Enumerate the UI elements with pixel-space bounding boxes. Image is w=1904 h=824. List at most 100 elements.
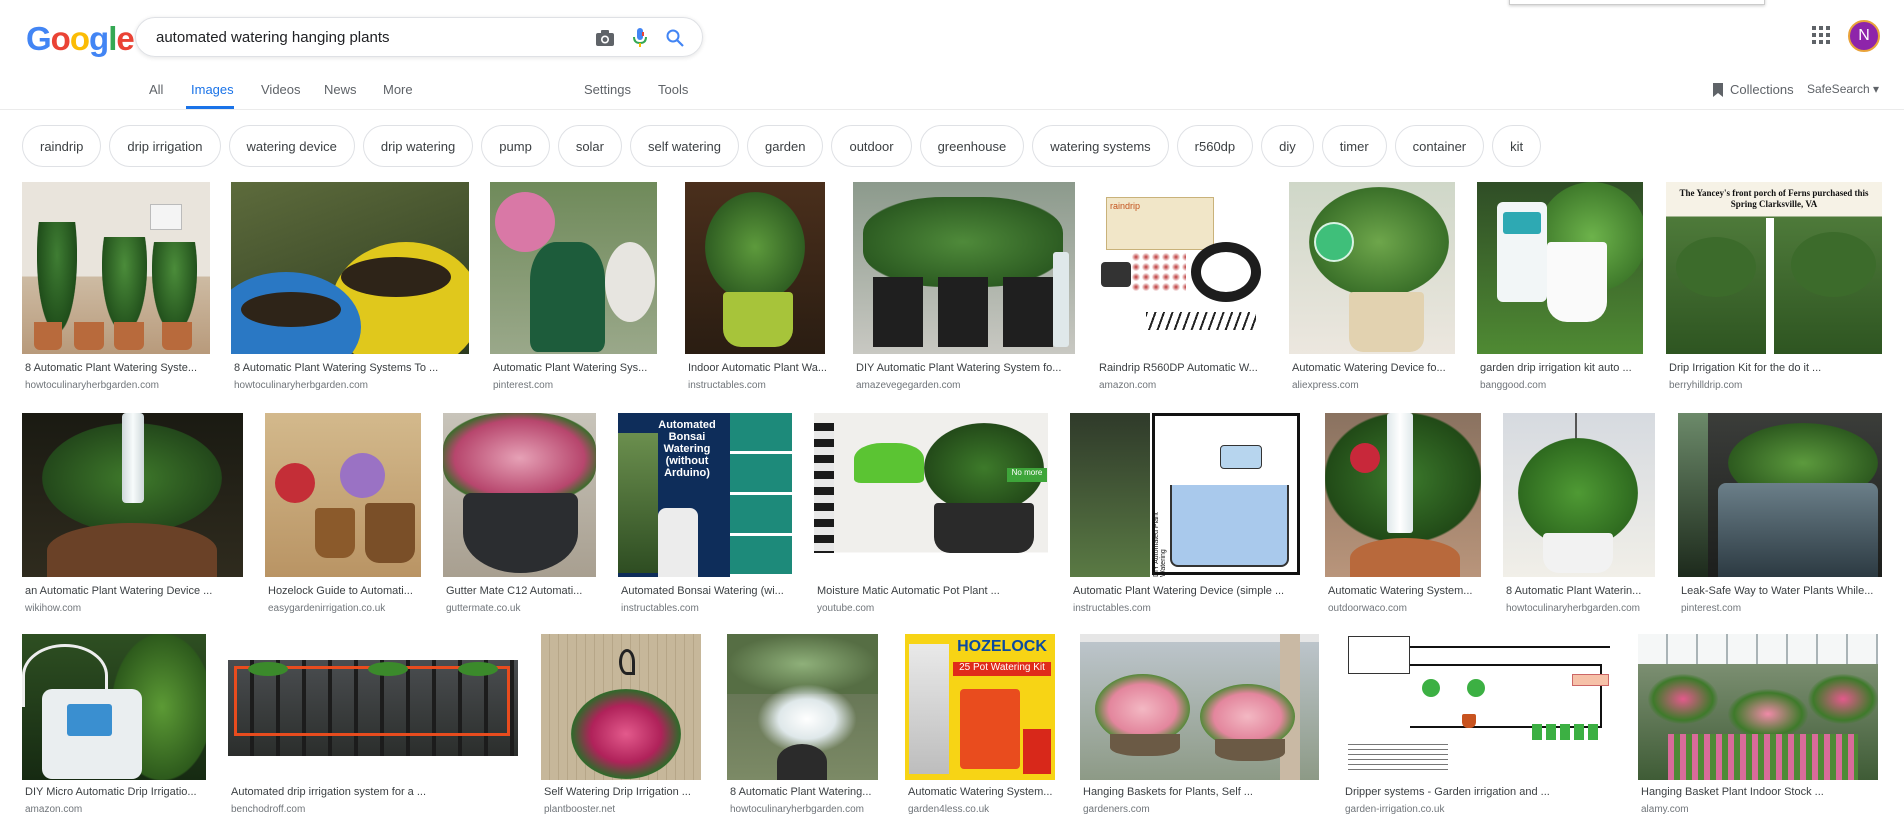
result-thumbnail[interactable]: [1325, 413, 1481, 577]
result-caption[interactable]: DIY Automatic Plant Watering System fo..…: [856, 362, 1076, 374]
result-thumbnail[interactable]: [443, 413, 596, 577]
chip-solar[interactable]: solar: [557, 125, 622, 167]
result-source[interactable]: youtube.com: [817, 603, 874, 614]
result-caption[interactable]: Automatic Watering System...: [1328, 585, 1482, 597]
result-caption[interactable]: Dripper systems - Garden irrigation and …: [1345, 786, 1613, 798]
result-source[interactable]: instructables.com: [621, 603, 699, 614]
chip-greenhouse[interactable]: greenhouse: [919, 125, 1025, 167]
result-source[interactable]: amazevegegarden.com: [856, 380, 961, 391]
image-result[interactable]: No more Moisture Matic Automatic Pot Pla…: [814, 413, 1048, 614]
image-result[interactable]: DIY Micro Automatic Drip Irrigatio... am…: [22, 634, 206, 824]
result-caption[interactable]: Drip Irrigation Kit for the do it ...: [1669, 362, 1883, 374]
result-thumbnail[interactable]: HOZELOCK 25 Pot Watering Kit: [905, 634, 1055, 780]
result-thumbnail[interactable]: [1503, 413, 1655, 577]
search-input[interactable]: [154, 28, 578, 47]
result-thumbnail[interactable]: [1638, 634, 1878, 780]
result-source[interactable]: plantbooster.net: [544, 804, 615, 815]
image-result[interactable]: Automated drip irrigation system for a .…: [228, 634, 518, 824]
result-thumbnail[interactable]: raindrip: [1096, 182, 1267, 354]
result-thumbnail[interactable]: [541, 634, 701, 780]
image-result[interactable]: 8 Automatic Plant Watering Systems To ..…: [231, 182, 469, 392]
chip-watering-systems[interactable]: watering systems: [1032, 125, 1169, 167]
result-source[interactable]: guttermate.co.uk: [446, 603, 520, 614]
chip-outdoor[interactable]: outdoor: [831, 125, 912, 167]
result-source[interactable]: benchodroff.com: [231, 804, 305, 815]
image-result[interactable]: 8 Automatic Plant Watering Syste... howt…: [22, 182, 210, 392]
result-source[interactable]: berryhilldrip.com: [1669, 380, 1742, 391]
result-thumbnail[interactable]: [22, 634, 206, 780]
result-caption[interactable]: 8 Automatic Plant Waterin...: [1506, 585, 1656, 597]
chip-drip-watering[interactable]: drip watering: [362, 125, 474, 167]
result-source[interactable]: alamy.com: [1641, 804, 1689, 815]
result-thumbnail[interactable]: The Yancey's front porch of Ferns purcha…: [1666, 182, 1882, 354]
chip-r560dp[interactable]: r560dp: [1176, 125, 1254, 167]
result-thumbnail[interactable]: [853, 182, 1075, 354]
image-result[interactable]: Automated Bonsai Watering (without Ardui…: [618, 413, 792, 614]
image-result[interactable]: The Yancey's front porch of Ferns purcha…: [1666, 182, 1882, 392]
image-result[interactable]: Gutter Mate C12 Automati... guttermate.c…: [443, 413, 596, 614]
result-caption[interactable]: Automated drip irrigation system for a .…: [231, 786, 519, 798]
chip-self-watering[interactable]: self watering: [630, 125, 739, 167]
result-caption[interactable]: Automatic Plant Watering Device (simple …: [1073, 585, 1303, 597]
result-caption[interactable]: DIY Micro Automatic Drip Irrigatio...: [25, 786, 205, 798]
result-source[interactable]: banggood.com: [1480, 380, 1546, 391]
result-thumbnail[interactable]: [22, 182, 210, 354]
result-source[interactable]: aliexpress.com: [1292, 380, 1359, 391]
result-source[interactable]: wikihow.com: [25, 603, 81, 614]
result-caption[interactable]: Indoor Automatic Plant Wa...: [688, 362, 828, 374]
result-source[interactable]: easygardenirrigation.co.uk: [268, 603, 385, 614]
result-source[interactable]: outdoorwaco.com: [1328, 603, 1407, 614]
result-caption[interactable]: an Automatic Plant Watering Device ...: [25, 585, 243, 597]
result-thumbnail[interactable]: [1678, 413, 1882, 577]
image-result[interactable]: DIY Automatic Plant Watering System fo..…: [853, 182, 1075, 392]
chip-kit[interactable]: kit: [1492, 125, 1542, 167]
result-thumbnail[interactable]: [231, 182, 469, 354]
result-source[interactable]: instructables.com: [688, 380, 766, 391]
chip-raindrip[interactable]: raindrip: [22, 125, 102, 167]
image-result[interactable]: Automatic Plant Watering Sys... pinteres…: [490, 182, 657, 392]
result-thumbnail[interactable]: [22, 413, 243, 577]
result-caption[interactable]: Hanging Baskets for Plants, Self ...: [1083, 786, 1320, 798]
result-source[interactable]: gardeners.com: [1083, 804, 1150, 815]
tab-videos[interactable]: Videos: [261, 82, 301, 97]
mic-icon[interactable]: [629, 27, 651, 49]
chip-drip-irrigation[interactable]: drip irrigation: [109, 125, 221, 167]
result-source[interactable]: amazon.com: [1099, 380, 1156, 391]
camera-icon[interactable]: [594, 27, 616, 49]
result-caption[interactable]: Automatic Watering Device fo...: [1292, 362, 1456, 374]
image-result[interactable]: HOZELOCK 25 Pot Watering Kit Automatic W…: [905, 634, 1055, 824]
result-caption[interactable]: Hanging Basket Plant Indoor Stock ...: [1641, 786, 1879, 798]
chip-garden[interactable]: garden: [746, 125, 824, 167]
image-result[interactable]: Hanging Basket Plant Indoor Stock ... al…: [1638, 634, 1878, 824]
image-result[interactable]: raindrip Raindrip R560DP Automatic W... …: [1096, 182, 1267, 392]
chip-watering-device[interactable]: watering device: [228, 125, 355, 167]
tab-more[interactable]: More: [383, 82, 413, 97]
result-caption[interactable]: Leak-Safe Way to Water Plants While...: [1681, 585, 1883, 597]
chip-diy[interactable]: diy: [1261, 125, 1314, 167]
image-result[interactable]: Self Watering Drip Irrigation ... plantb…: [541, 634, 701, 824]
result-thumbnail[interactable]: [727, 634, 878, 780]
result-caption[interactable]: Automatic Plant Watering Sys...: [493, 362, 657, 374]
result-source[interactable]: amazon.com: [25, 804, 82, 815]
image-result[interactable]: garden drip irrigation kit auto ... bang…: [1477, 182, 1643, 392]
image-result[interactable]: 8 Automatic Plant Watering... howtoculin…: [727, 634, 878, 824]
result-thumbnail[interactable]: [1342, 634, 1613, 780]
image-result[interactable]: Hozelock Guide to Automati... easygarden…: [265, 413, 422, 614]
result-source[interactable]: howtoculinaryherbgarden.com: [25, 380, 159, 391]
tools-link[interactable]: Tools: [658, 82, 688, 97]
result-thumbnail[interactable]: [1080, 634, 1319, 780]
result-caption[interactable]: Automated Bonsai Watering (wi...: [621, 585, 792, 597]
tab-images[interactable]: Images: [191, 82, 234, 97]
result-source[interactable]: pinterest.com: [493, 380, 553, 391]
result-caption[interactable]: Hozelock Guide to Automati...: [268, 585, 422, 597]
image-result[interactable]: DIY Automated Plant Watering Automatic P…: [1070, 413, 1303, 614]
result-caption[interactable]: Automatic Watering System...: [908, 786, 1056, 798]
result-source[interactable]: pinterest.com: [1681, 603, 1741, 614]
result-caption[interactable]: Self Watering Drip Irrigation ...: [544, 786, 701, 798]
settings-link[interactable]: Settings: [584, 82, 631, 97]
result-thumbnail[interactable]: [1289, 182, 1455, 354]
image-result[interactable]: an Automatic Plant Watering Device ... w…: [22, 413, 243, 614]
result-source[interactable]: garden-irrigation.co.uk: [1345, 804, 1445, 815]
result-source[interactable]: howtoculinaryherbgarden.com: [1506, 603, 1640, 614]
collections-link[interactable]: Collections: [1712, 82, 1794, 97]
